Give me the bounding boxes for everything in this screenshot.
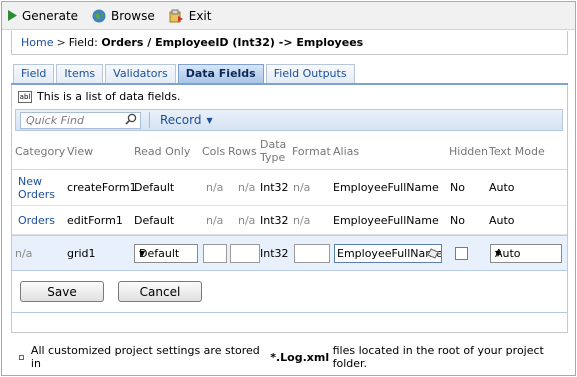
eraser-icon[interactable]	[427, 248, 439, 262]
breadcrumb: Home > Field: Orders / EmployeeID (Int32…	[11, 31, 568, 55]
breadcrumb-separator: >	[56, 36, 66, 49]
chevron-down-icon: ▼	[139, 249, 146, 258]
description-text: This is a list of data fields.	[37, 90, 181, 103]
form-buttons: Save Cancel	[20, 281, 212, 302]
column-header-rows[interactable]: Rows	[228, 145, 257, 158]
caret-down-icon: ▼	[206, 115, 213, 125]
tab-items[interactable]: Items	[56, 64, 104, 83]
view-cell: createForm1	[67, 181, 137, 194]
cols-cell: n/a	[206, 181, 224, 194]
tab-validators[interactable]: Validators	[105, 64, 176, 83]
table-row[interactable]: Orders editForm1 Default n/a n/a Int32 n…	[12, 206, 567, 235]
footer-text-after: files located in the root of your projec…	[332, 344, 544, 370]
edit-row: n/a grid1 Default ▼ Int32 EmployeeFullNa…	[12, 235, 567, 271]
tab-field-outputs[interactable]: Field Outputs	[265, 64, 355, 83]
data-fields-panel: abl This is a list of data fields. Recor…	[11, 85, 568, 333]
read-only-select[interactable]: Default ▼	[134, 244, 198, 263]
textbox-icon: abl	[18, 90, 32, 103]
page-title: Orders / EmployeeID (Int32) -> Employees	[101, 36, 364, 49]
column-header-hidden[interactable]: Hidden	[449, 145, 488, 158]
text-mode-cell: Auto	[489, 181, 515, 194]
browse-button[interactable]: Browse	[92, 9, 155, 23]
text-mode-select[interactable]: Auto ▼	[490, 244, 562, 263]
view-cell: editForm1	[67, 214, 123, 227]
quick-find-box	[20, 111, 141, 129]
breadcrumb-prefix: Field:	[68, 36, 98, 49]
record-menu-label: Record	[160, 113, 202, 127]
action-bar: Record ▼	[15, 109, 563, 131]
record-menu[interactable]: Record ▼	[160, 113, 213, 127]
exit-button[interactable]: Exit	[169, 8, 212, 23]
toolbar: Generate Browse Exit	[2, 2, 575, 30]
hidden-cell: No	[450, 214, 465, 227]
cols-cell: n/a	[206, 214, 224, 227]
globe-icon	[92, 9, 106, 23]
category-cell: n/a	[15, 247, 33, 260]
alias-cell: EmployeeFullName	[333, 214, 439, 227]
format-cell: n/a	[293, 181, 311, 194]
table-row[interactable]: New Orders createForm1 Default n/a n/a I…	[12, 170, 567, 206]
data-type-cell: Int32	[260, 247, 289, 260]
play-icon	[8, 10, 17, 21]
search-icon[interactable]	[125, 113, 137, 128]
column-header-alias[interactable]: Alias	[333, 145, 359, 158]
column-header-view[interactable]: View	[67, 145, 93, 158]
format-cell: n/a	[293, 214, 311, 227]
data-type-cell: Int32	[260, 214, 289, 227]
column-header-read-only[interactable]: Read Only	[134, 145, 190, 158]
text-mode-cell: Auto	[489, 214, 515, 227]
chevron-down-icon: ▼	[495, 249, 502, 258]
rows-cell: n/a	[238, 181, 256, 194]
data-fields-grid: Category View Read Only Cols Rows Data T…	[12, 134, 567, 271]
category-link[interactable]: Orders	[18, 214, 55, 227]
format-input[interactable]	[294, 244, 330, 263]
read-only-cell: Default	[134, 181, 175, 194]
hidden-checkbox[interactable]	[455, 247, 468, 260]
browse-label: Browse	[111, 8, 155, 23]
view-cell: grid1	[67, 247, 96, 260]
window: Generate Browse Exit Home > Field: Order…	[1, 1, 576, 376]
description: abl This is a list of data fields.	[18, 90, 180, 103]
footer-note: All customized project settings are stor…	[19, 344, 575, 370]
column-header-data-type[interactable]: Data Type	[260, 138, 290, 164]
rows-cell: n/a	[238, 214, 256, 227]
exit-icon	[169, 9, 184, 23]
column-header-text-mode[interactable]: Text Mode	[489, 145, 545, 158]
cancel-button[interactable]: Cancel	[118, 281, 202, 302]
panel-divider	[12, 312, 567, 313]
generate-label: Generate	[22, 8, 79, 23]
read-only-cell: Default	[134, 214, 175, 227]
cols-input[interactable]	[203, 244, 227, 263]
alias-cell: EmployeeFullName	[333, 181, 439, 194]
breadcrumb-home-link[interactable]: Home	[21, 36, 53, 49]
rows-input[interactable]	[230, 244, 260, 263]
data-type-cell: Int32	[260, 181, 289, 194]
footer-file: *.Log.xml	[270, 350, 330, 364]
tab-data-fields[interactable]: Data Fields	[177, 64, 264, 83]
hidden-cell: No	[450, 181, 465, 194]
bullet-icon	[19, 354, 24, 360]
category-link[interactable]: New Orders	[18, 175, 58, 201]
footer-text-before: All customized project settings are stor…	[30, 344, 260, 370]
alias-input[interactable]: EmployeeFullName	[334, 244, 442, 263]
column-header-cols[interactable]: Cols	[202, 145, 225, 158]
exit-label: Exit	[188, 8, 212, 23]
tab-bar: Field Items Validators Data Fields Field…	[13, 64, 357, 83]
action-bar-divider	[149, 112, 150, 128]
column-header-category[interactable]: Category	[15, 145, 65, 158]
column-header-format[interactable]: Format	[292, 145, 331, 158]
generate-button[interactable]: Generate	[8, 9, 78, 23]
tab-field[interactable]: Field	[13, 64, 55, 83]
save-button[interactable]: Save	[20, 281, 104, 302]
grid-header: Category View Read Only Cols Rows Data T…	[12, 134, 567, 170]
quick-find-input[interactable]	[26, 113, 121, 127]
